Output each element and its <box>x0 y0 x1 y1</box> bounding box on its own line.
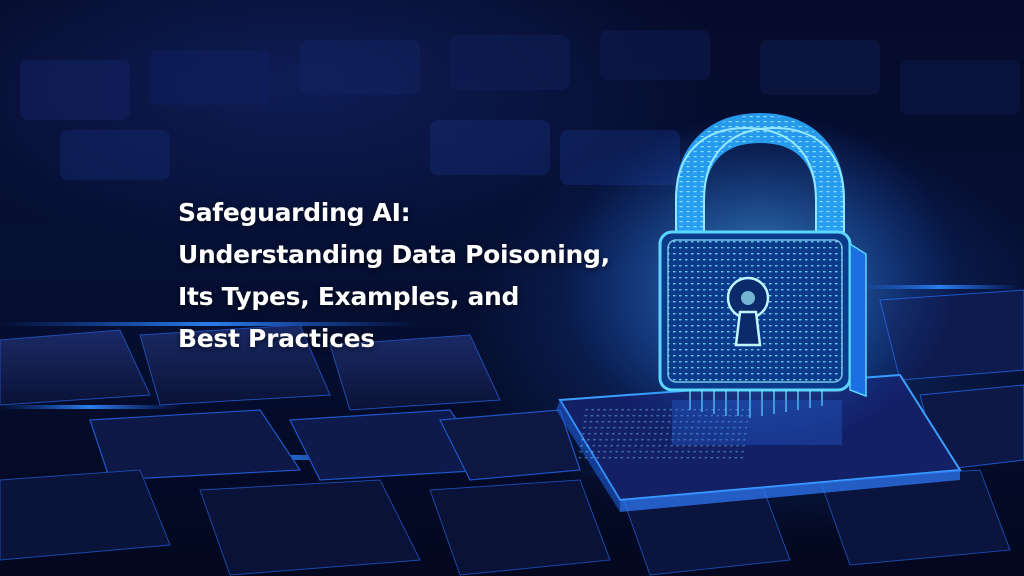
hero-banner: Safeguarding AI: Understanding Data Pois… <box>0 0 1024 576</box>
headline-line-3: Its Types, Examples, and <box>178 282 520 311</box>
headline: Safeguarding AI: Understanding Data Pois… <box>178 192 638 360</box>
headline-line-1: Safeguarding AI: <box>178 198 411 227</box>
headline-line-4: Best Practices <box>178 324 375 353</box>
headline-line-2: Understanding Data Poisoning, <box>178 240 610 269</box>
